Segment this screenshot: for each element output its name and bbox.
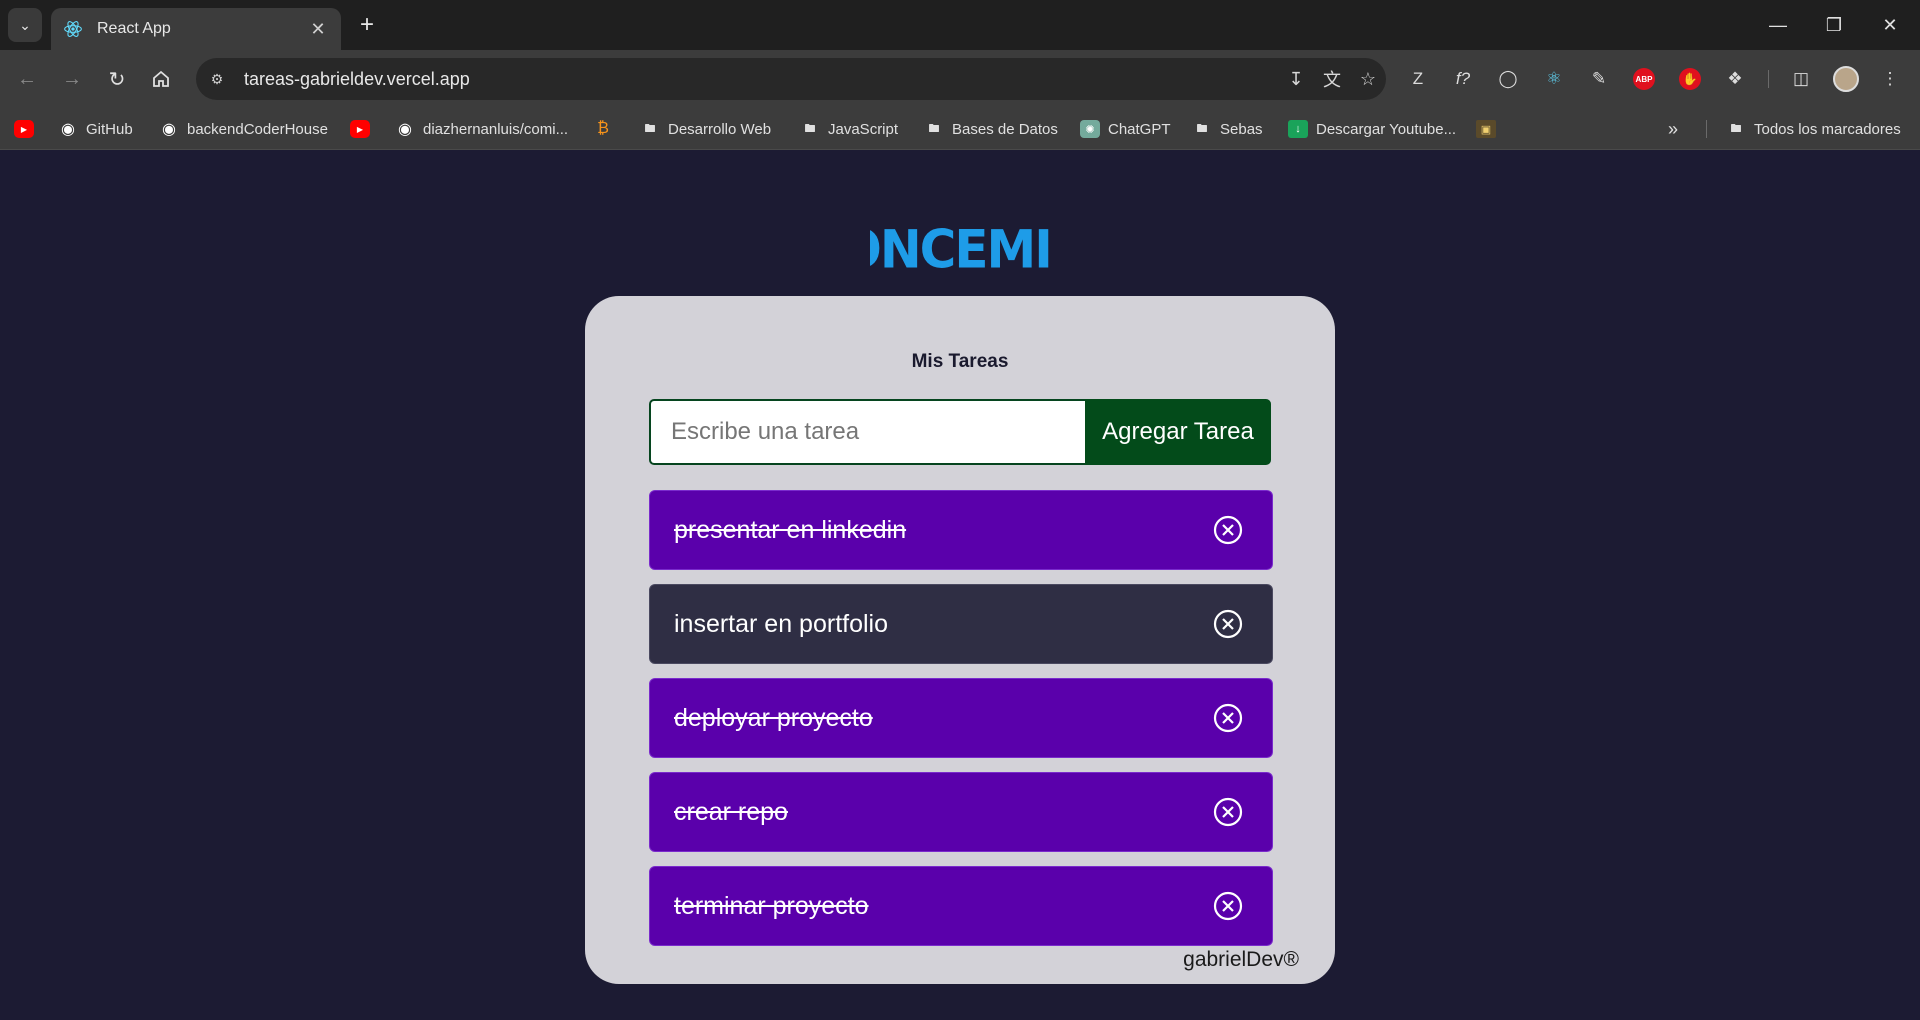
- bookmark-javascript[interactable]: 🖿 JavaScript: [800, 116, 899, 142]
- bookmark-star-icon[interactable]: ☆: [1350, 61, 1386, 97]
- task-text[interactable]: presentar en linkedin: [674, 516, 1212, 545]
- download-icon: ↓: [1288, 120, 1308, 138]
- home-icon: [153, 70, 169, 87]
- bookmarks-bar: ▶ ◉ GitHub ◉ backendCoderHouse ▶ ◉ diazhern…: [0, 108, 1920, 150]
- folder-icon: 🖿: [804, 122, 816, 135]
- stop-extension-icon[interactable]: ✋: [1674, 63, 1706, 95]
- browser-tab-bar: ⌄ React App ✕ + — ❐ ✕: [0, 0, 1920, 50]
- task-item[interactable]: crear repo: [649, 772, 1273, 852]
- close-tab-icon[interactable]: ✕: [307, 19, 329, 40]
- back-button[interactable]: ←: [10, 62, 44, 96]
- home-button[interactable]: [144, 62, 178, 96]
- page-title: Mis Tareas: [911, 351, 1009, 372]
- task-text[interactable]: deployar proyecto: [674, 704, 1212, 733]
- delete-task-icon[interactable]: [1212, 890, 1244, 922]
- tab-search-button[interactable]: ⌄: [8, 8, 42, 42]
- url-text[interactable]: tareas-gabrieldev.vercel.app: [244, 69, 1278, 90]
- task-list: presentar en linkedin insertar en portfo…: [649, 490, 1273, 960]
- task-text[interactable]: insertar en portfolio: [674, 610, 1212, 639]
- browser-toolbar: ← → ↻ ⚙ tareas-gabrieldev.vercel.app ↧ 文…: [0, 50, 1920, 108]
- task-item[interactable]: insertar en portfolio: [649, 584, 1273, 664]
- github-icon: ◉: [162, 121, 176, 138]
- app-logo: ONCEMIL: [0, 211, 1920, 286]
- bookmark-diazhernanluis[interactable]: ◉ diazhernanluis/comi...: [395, 116, 568, 142]
- bookmark-desarrollo-web[interactable]: 🖿 Desarrollo Web: [640, 116, 772, 142]
- delete-task-icon[interactable]: [1212, 514, 1244, 546]
- tasks-card: Mis Tareas Agregar Tarea presentar en li…: [585, 296, 1335, 984]
- folder-icon: 🖿: [1196, 122, 1208, 135]
- close-window-button[interactable]: ✕: [1862, 0, 1918, 50]
- footer-brand: gabrielDev®: [1183, 948, 1299, 971]
- image-icon: ▣: [1476, 120, 1496, 138]
- add-task-button[interactable]: Agregar Tarea: [1085, 399, 1271, 465]
- reload-button[interactable]: ↻: [100, 62, 134, 96]
- page-content: ONCEMIL Mis Tareas Agregar Tarea present…: [0, 151, 1920, 1020]
- address-bar[interactable]: ⚙ tareas-gabrieldev.vercel.app ↧ 文 ☆: [196, 58, 1386, 100]
- site-info-icon[interactable]: ⚙: [200, 62, 234, 96]
- more-bookmarks-button[interactable]: »: [1668, 116, 1678, 142]
- browser-tab[interactable]: React App ✕: [51, 8, 341, 50]
- bookmark-bitcoin[interactable]: ₿: [593, 116, 621, 142]
- youtube-icon: ▶: [350, 120, 370, 138]
- forward-button[interactable]: →: [55, 62, 89, 96]
- delete-task-icon[interactable]: [1212, 796, 1244, 828]
- new-tab-button[interactable]: +: [352, 10, 382, 40]
- extension-icon[interactable]: ◯: [1492, 63, 1524, 95]
- delete-task-icon[interactable]: [1212, 608, 1244, 640]
- chevron-down-icon: ⌄: [19, 16, 31, 33]
- github-icon: ◉: [398, 121, 412, 138]
- chatgpt-icon: ✺: [1080, 120, 1100, 138]
- task-form: Agregar Tarea: [649, 399, 1271, 465]
- oncemil-logo: ONCEMIL: [870, 220, 1050, 281]
- bookmark-sebas[interactable]: 🖿 Sebas: [1192, 116, 1263, 142]
- task-text[interactable]: crear repo: [674, 798, 1212, 827]
- folder-icon: 🖿: [1730, 122, 1742, 135]
- youtube-icon: ▶: [14, 120, 34, 138]
- bookmark-bases-de-datos[interactable]: 🖿 Bases de Datos: [924, 116, 1058, 142]
- bookmark-youtube-2[interactable]: ▶: [350, 116, 378, 142]
- all-bookmarks-button[interactable]: 🖿 Todos los marcadores: [1726, 116, 1901, 142]
- task-item[interactable]: presentar en linkedin: [649, 490, 1273, 570]
- restore-window-button[interactable]: ❐: [1806, 0, 1862, 50]
- folder-icon: 🖿: [928, 122, 940, 135]
- bookmark-backendcoderhouse[interactable]: ◉ backendCoderHouse: [159, 116, 328, 142]
- chevron-double-right-icon: »: [1668, 118, 1679, 139]
- task-text[interactable]: terminar proyecto: [674, 892, 1212, 921]
- tab-title: React App: [97, 20, 171, 37]
- install-app-icon[interactable]: ↧: [1278, 61, 1314, 97]
- side-panel-icon[interactable]: ◫: [1785, 63, 1817, 95]
- adblock-icon[interactable]: ABP: [1628, 63, 1660, 95]
- bookmark-chatgpt[interactable]: ✺ ChatGPT: [1080, 116, 1171, 142]
- color-picker-icon[interactable]: ✎: [1583, 63, 1615, 95]
- bookmark-image[interactable]: ▣: [1476, 116, 1504, 142]
- svg-text:ONCEMIL: ONCEMIL: [870, 220, 1050, 281]
- bookmark-youtube-1[interactable]: ▶: [14, 116, 42, 142]
- bookmark-descargar-youtube[interactable]: ↓ Descargar Youtube...: [1288, 116, 1456, 142]
- bitcoin-icon: ₿: [597, 120, 609, 137]
- minimize-window-button[interactable]: —: [1750, 0, 1806, 50]
- react-icon: [64, 21, 82, 37]
- task-item[interactable]: deployar proyecto: [649, 678, 1273, 758]
- translate-icon[interactable]: 文: [1314, 61, 1350, 97]
- task-input[interactable]: [649, 399, 1085, 465]
- task-item[interactable]: terminar proyecto: [649, 866, 1273, 946]
- delete-task-icon[interactable]: [1212, 702, 1244, 734]
- react-devtools-icon[interactable]: ⚛: [1538, 63, 1570, 95]
- avatar[interactable]: [1830, 63, 1862, 95]
- menu-kebab-icon[interactable]: ⋮: [1874, 63, 1906, 95]
- formula-extension-icon[interactable]: f?: [1447, 63, 1479, 95]
- github-icon: ◉: [61, 121, 75, 138]
- folder-icon: 🖿: [644, 122, 656, 135]
- extensions-puzzle-icon[interactable]: ❖: [1719, 63, 1751, 95]
- zotero-extension-icon[interactable]: Z: [1402, 63, 1434, 95]
- bookmark-github[interactable]: ◉ GitHub: [58, 116, 133, 142]
